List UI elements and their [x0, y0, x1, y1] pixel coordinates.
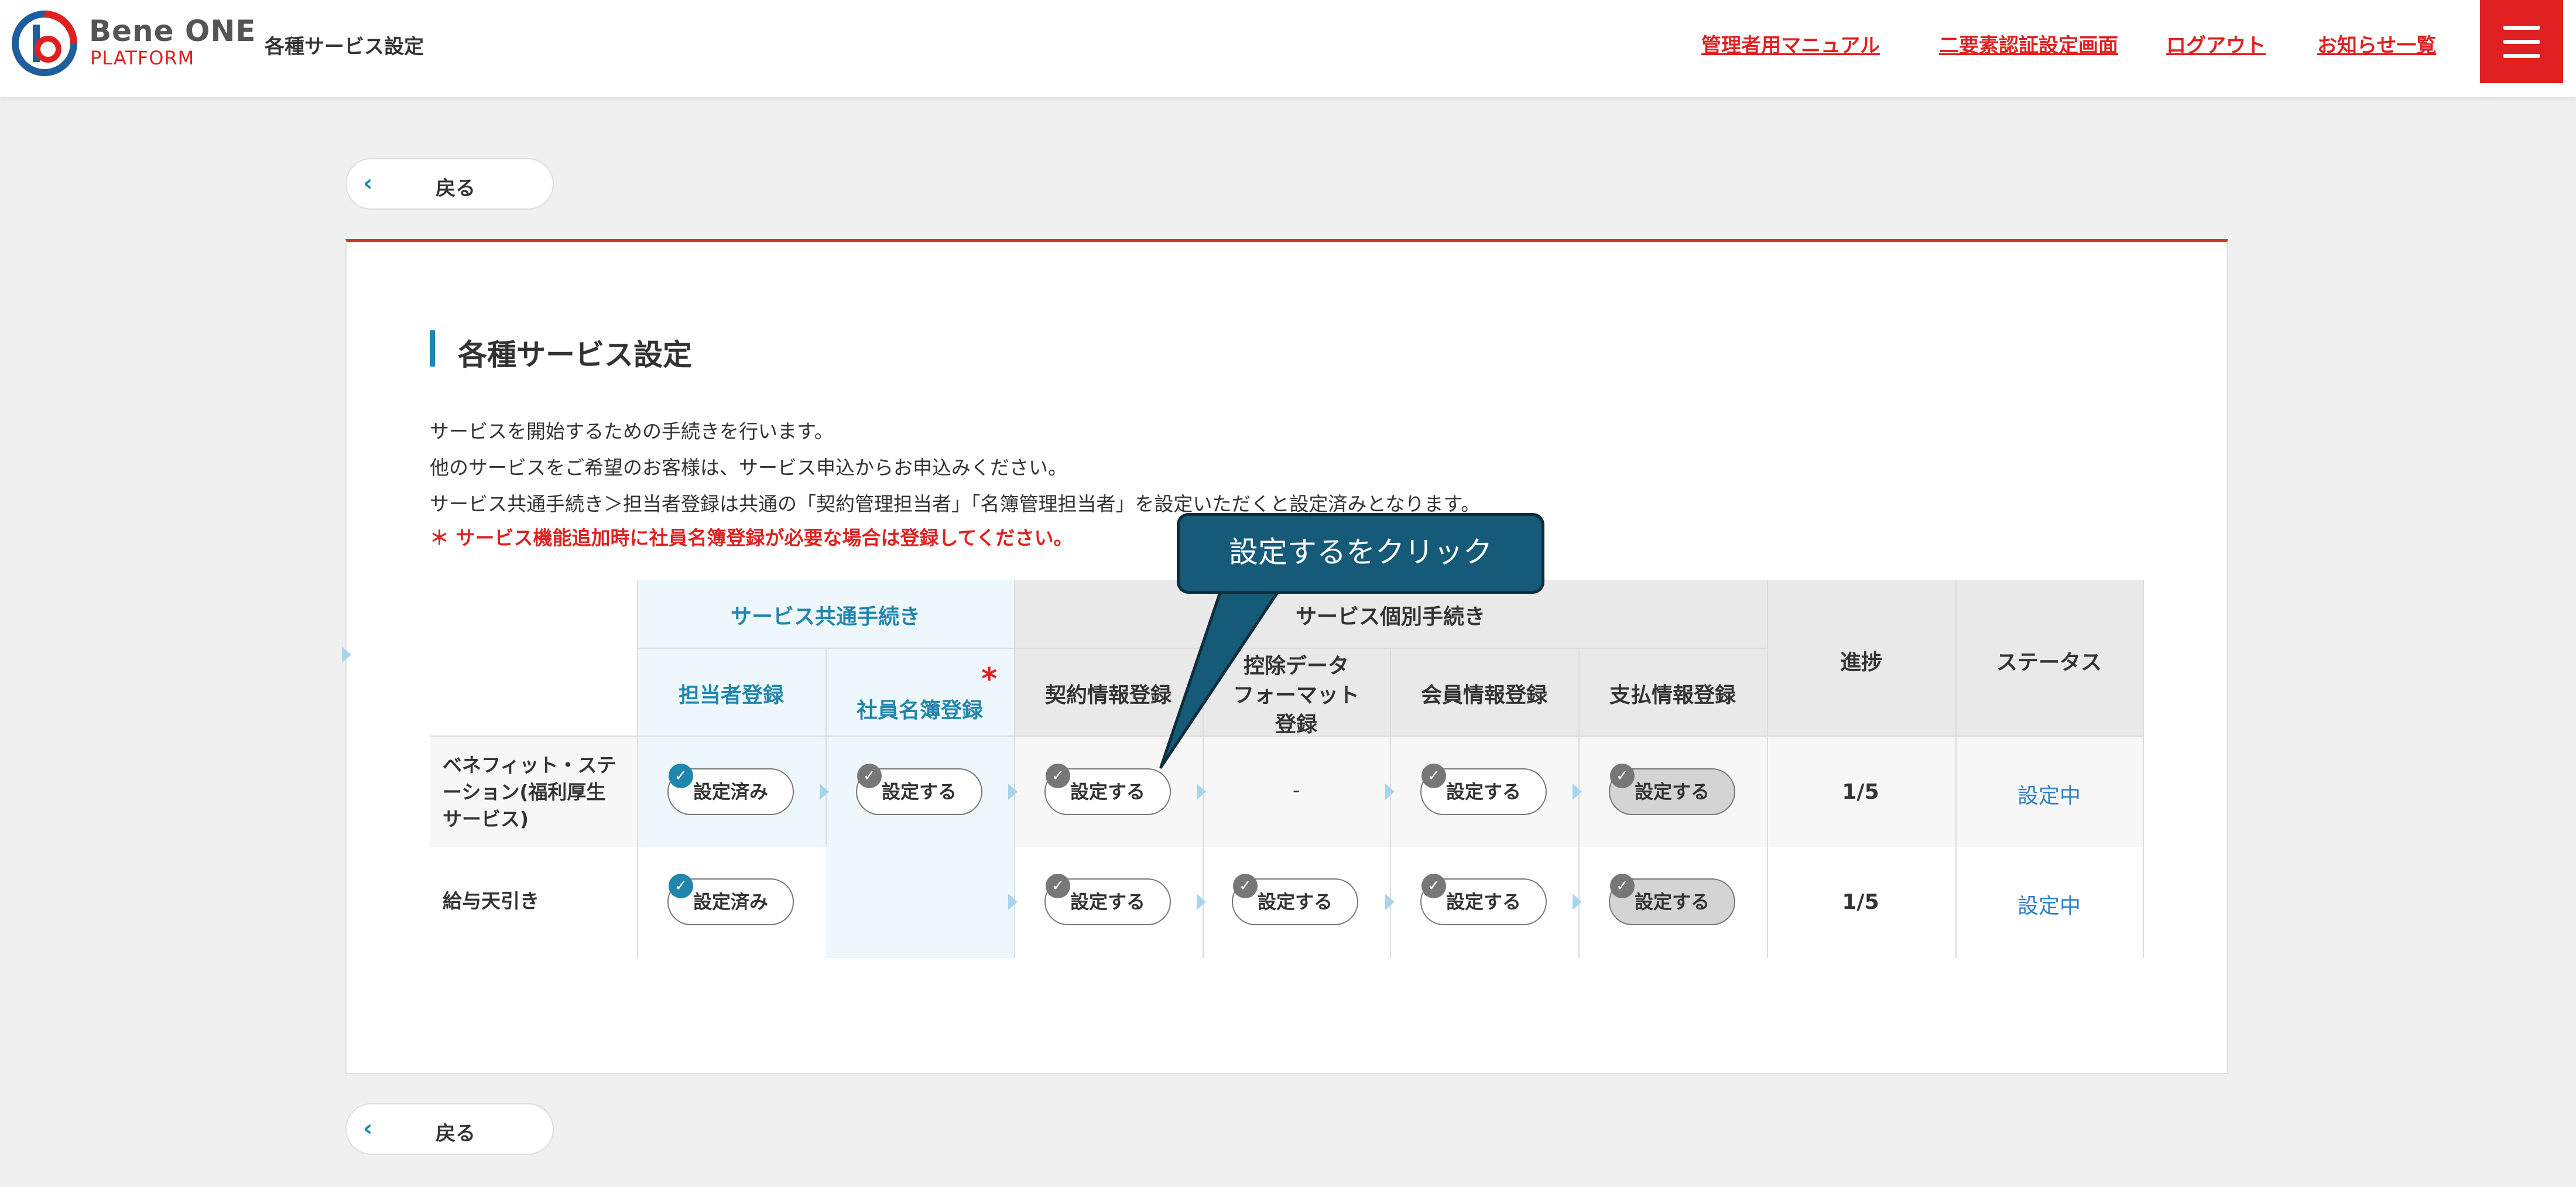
nav-link-logout[interactable]: ログアウト [2166, 29, 2266, 58]
col-header-shiharai: 支払情報登録 [1609, 683, 1736, 707]
check-icon: ✓ [1421, 874, 1446, 898]
col-header-tantousha: 担当者登録 [678, 683, 784, 707]
section-title-accent [430, 330, 435, 367]
description-line-1: サービスを開始するための手続きを行います。 [430, 420, 834, 443]
col-header-meibo: 社員名簿登録 [856, 699, 983, 723]
step-arrow-icon [1385, 894, 1395, 910]
check-icon: ✓ [1610, 764, 1635, 788]
hamburger-icon [2503, 26, 2540, 30]
progress-value: 1/5 [1842, 780, 1879, 804]
grid-line [825, 649, 827, 847]
step-arrow-icon [1385, 784, 1395, 800]
section-title: 各種サービス設定 [458, 338, 692, 372]
required-mark: * [981, 662, 998, 697]
back-button-top[interactable]: ‹ 戻る [345, 158, 554, 210]
registration-notice: ＊ サービス機能追加時に社員名簿登録が必要な場合は登録してください。 [430, 526, 1073, 549]
row-label-line: サービス) [443, 808, 529, 830]
nav-link-two-factor[interactable]: 二要素認証設定画面 [1939, 29, 2118, 58]
hamburger-icon-line [2503, 40, 2540, 44]
header-title: 各種サービス設定 [265, 35, 424, 59]
back-button-bottom[interactable]: ‹ 戻る [345, 1103, 554, 1155]
description-line-2: 他のサービスをご希望のお客様は、サービス申込からお申込みください。 [430, 456, 1067, 479]
row-label-payroll-deduction: 給与天引き [443, 888, 539, 915]
check-icon: ✓ [1046, 874, 1070, 898]
callout-pointer-icon [1159, 586, 1284, 769]
row-label-line: ベネフィット・ステ [443, 754, 616, 776]
nav-link-admin-manual[interactable]: 管理者用マニュアル [1701, 29, 1880, 58]
status-link[interactable]: 設定中 [1955, 779, 2143, 809]
step-arrow-icon [820, 784, 829, 800]
check-icon: ✓ [669, 874, 693, 898]
koujo-not-applicable: - [1292, 779, 1300, 802]
step-arrow-icon [1008, 894, 1018, 910]
progress-value: 1/5 [1842, 890, 1879, 914]
back-button-label: 戻る [436, 1122, 475, 1145]
check-icon: ✓ [669, 764, 693, 788]
chevron-left-icon: ‹ [363, 1115, 373, 1142]
col-header-status: ステータス [1996, 651, 2102, 675]
bene-one-logo-icon [12, 11, 77, 76]
col-header-progress: 進捗 [1839, 651, 1882, 675]
check-icon: ✓ [1421, 764, 1446, 788]
step-arrow-icon [1197, 894, 1206, 910]
app-header: Bene ONE PLATFORM 各種サービス設定 管理者用マニュアル 二要素… [0, 0, 2576, 97]
logo-text-bene-one: Bene ONE [89, 14, 256, 48]
hamburger-icon-line [2503, 54, 2540, 58]
row-label-line: ーション(福利厚生 [443, 781, 606, 803]
step-arrow-icon [1008, 784, 1018, 800]
header-group-common: サービス共通手続き [730, 605, 920, 629]
row2-meibo-bg [825, 847, 1014, 958]
row-label-benefit-station: ベネフィット・ステ ーション(福利厚生 サービス) [443, 752, 616, 833]
check-icon: ✓ [1610, 874, 1635, 898]
nav-link-news[interactable]: お知らせ一覧 [2317, 29, 2436, 58]
hamburger-menu-button[interactable] [2480, 0, 2563, 83]
check-icon: ✓ [1046, 764, 1070, 788]
header-group-individual: サービス個別手続き [1295, 605, 1485, 629]
status-link[interactable]: 設定中 [1955, 889, 2143, 919]
row-label-line: 給与天引き [443, 890, 539, 912]
step-arrow-icon [1573, 784, 1582, 800]
back-button-label: 戻る [436, 177, 475, 200]
col-header-kaiin: 会員情報登録 [1420, 683, 1547, 707]
side-marker-icon [342, 646, 351, 663]
check-icon: ✓ [857, 764, 882, 788]
grid-line [637, 580, 638, 958]
step-arrow-icon [1573, 894, 1582, 910]
chevron-left-icon: ‹ [363, 170, 373, 197]
description-line-3: サービス共通手続き＞担当者登録は共通の「契約管理担当者」「名簿管理担当者」を設定… [430, 492, 1481, 515]
logo-text-platform: PLATFORM [90, 47, 195, 69]
grid-line [2143, 580, 2144, 958]
check-icon: ✓ [1233, 874, 1258, 898]
instruction-callout: 設定するをクリック [1177, 513, 1544, 594]
